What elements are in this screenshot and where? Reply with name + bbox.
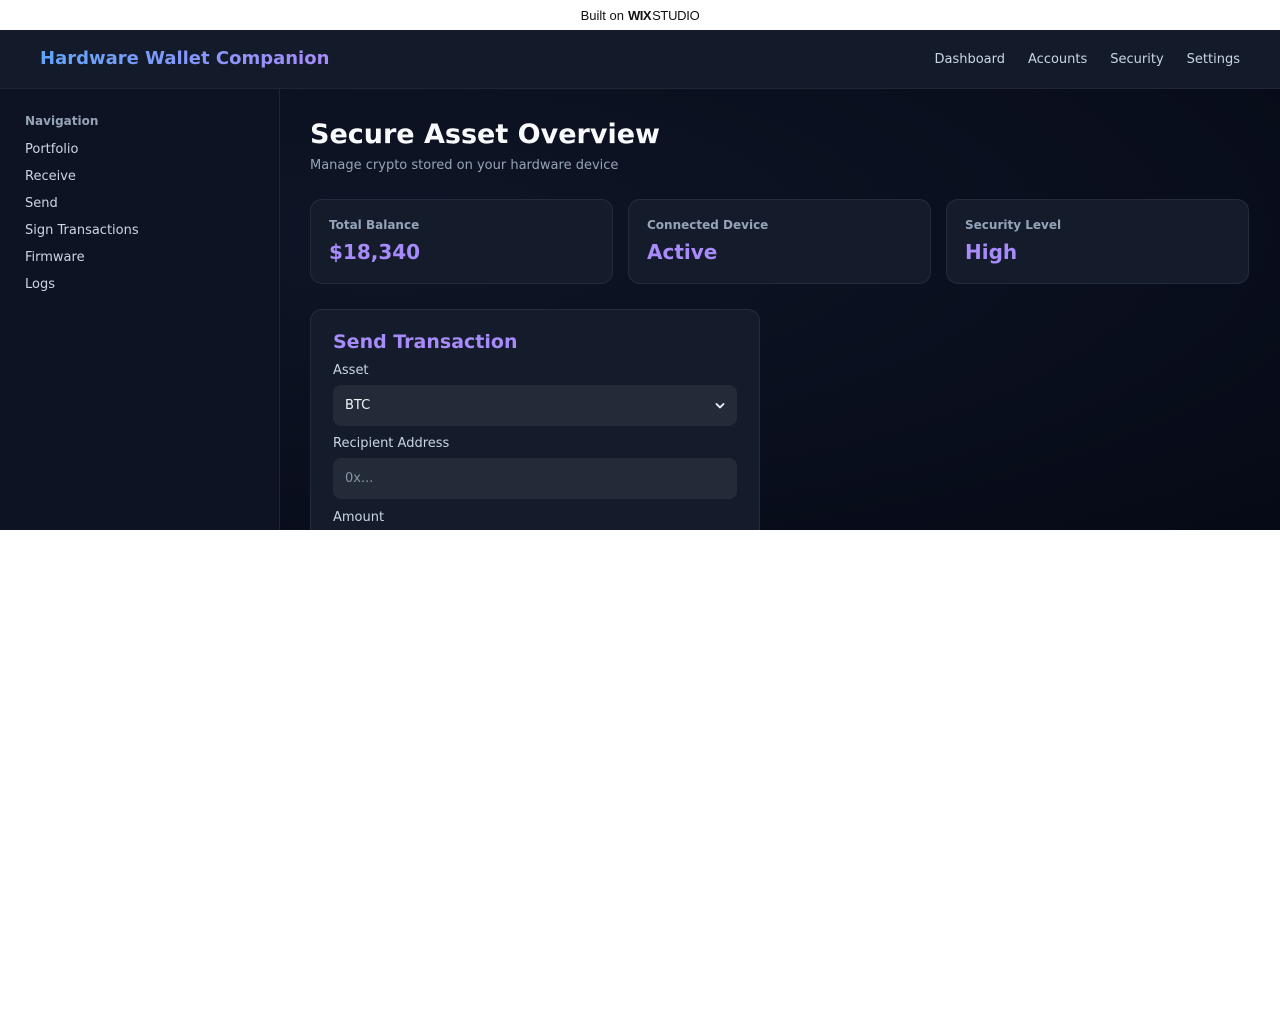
nav-security-link[interactable]: Security: [1110, 52, 1163, 67]
connected-device-card: Connected Device Active: [628, 199, 931, 284]
asset-select-value: BTC: [345, 398, 371, 413]
page-subtitle: Manage crypto stored on your hardware de…: [310, 158, 619, 173]
sidebar-item-send[interactable]: Send: [25, 196, 254, 223]
security-level-card: Security Level High: [946, 199, 1249, 284]
sidebar-title: Navigation: [25, 114, 99, 128]
nav-dashboard-link[interactable]: Dashboard: [934, 52, 1005, 67]
wix-logo-text: WIX: [628, 7, 652, 23]
card-value: High: [965, 240, 1018, 264]
send-transaction-panel: Send Transaction Asset BTC Recipient Add…: [310, 309, 760, 530]
top-nav: Dashboard Accounts Security Settings: [934, 52, 1240, 67]
sidebar-item-sign-transactions[interactable]: Sign Transactions: [25, 223, 254, 250]
app-title[interactable]: Hardware Wallet Companion: [40, 48, 329, 69]
asset-select[interactable]: BTC: [333, 385, 737, 426]
chevron-down-icon: [715, 401, 725, 411]
sidebar-item-receive[interactable]: Receive: [25, 169, 254, 196]
amount-label: Amount: [333, 510, 385, 525]
banner-built-on-text: Built on: [580, 7, 624, 23]
nav-accounts-link[interactable]: Accounts: [1028, 52, 1087, 67]
sidebar-item-firmware[interactable]: Firmware: [25, 250, 254, 277]
studio-logo-text: STUDIO: [652, 7, 700, 23]
page-title: Secure Asset Overview: [310, 119, 660, 150]
card-label: Total Balance: [329, 218, 420, 232]
nav-settings-link[interactable]: Settings: [1187, 52, 1240, 67]
app-window: Hardware Wallet Companion Dashboard Acco…: [0, 30, 1280, 530]
card-value: Active: [647, 240, 718, 264]
sidebar-item-portfolio[interactable]: Portfolio: [25, 142, 254, 169]
card-label: Security Level: [965, 218, 1062, 232]
panel-title: Send Transaction: [333, 331, 518, 353]
card-label: Connected Device: [647, 218, 769, 232]
total-balance-card: Total Balance $18,340: [310, 199, 613, 284]
sidebar: Navigation Portfolio Receive Send Sign T…: [0, 89, 280, 530]
recipient-address-placeholder: 0x...: [345, 471, 374, 486]
sidebar-item-logs[interactable]: Logs: [25, 277, 254, 304]
summary-cards: Total Balance $18,340 Connected Device A…: [310, 199, 1250, 284]
wix-banner[interactable]: Built on WIX STUDIO: [0, 0, 1280, 30]
recipient-address-label: Recipient Address: [333, 436, 450, 451]
recipient-address-input[interactable]: 0x...: [333, 458, 737, 499]
top-bar: Hardware Wallet Companion Dashboard Acco…: [0, 30, 1280, 89]
card-value: $18,340: [329, 240, 421, 264]
asset-label: Asset: [333, 363, 369, 378]
